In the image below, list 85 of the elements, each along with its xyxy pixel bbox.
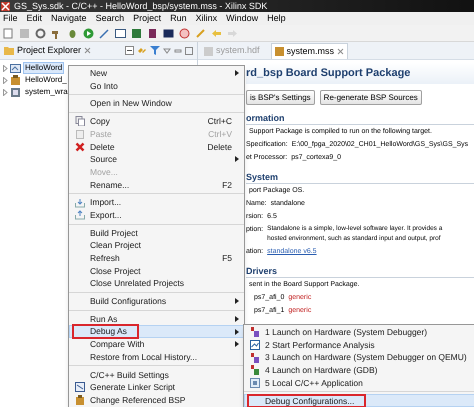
- section-heading: System: [246, 171, 474, 184]
- tree-item[interactable]: HelloWord: [23, 62, 64, 74]
- tree-item[interactable]: system_wra: [23, 86, 70, 98]
- menu-item[interactable]: Project: [133, 14, 162, 23]
- new-file-icon[interactable]: [3, 28, 14, 38]
- import-icon: [75, 198, 85, 208]
- debug-launch-icon: [250, 365, 260, 376]
- window-title: GS_Sys.sdk - C/C++ - HelloWord_bsp/system.mss - Xilinx SDK: [14, 2, 268, 10]
- close-icon[interactable]: [84, 47, 92, 54]
- menu-item[interactable]: Open in New Window: [69, 97, 244, 110]
- bsp-button[interactable]: Re-generate BSP Sources: [320, 90, 422, 105]
- panel-title: Project Explorer: [17, 44, 82, 57]
- shortcut-label: Ctrl+C: [208, 117, 233, 126]
- shortcut-label: Delete: [207, 142, 233, 152]
- debug-launch-icon: [250, 352, 260, 363]
- menu-item[interactable]: 2 Start Performance Analysis: [244, 338, 474, 352]
- view-menu-icon[interactable]: [163, 48, 171, 54]
- clipboard-icon: [75, 129, 85, 140]
- close-icon[interactable]: [337, 48, 344, 55]
- folder-icon: [4, 46, 14, 55]
- app-icon: [1, 2, 10, 10]
- project-icon: [10, 62, 21, 74]
- tree-item[interactable]: HelloWord_: [23, 74, 69, 86]
- menu-item[interactable]: Debug Configurations...: [244, 394, 474, 407]
- menu-item[interactable]: 4 Launch on Hardware (GDB): [244, 364, 474, 377]
- menu-item[interactable]: Close Unrelated Projects: [69, 277, 244, 290]
- terminal-icon[interactable]: [115, 28, 126, 38]
- menu-item[interactable]: Close Project: [69, 264, 244, 278]
- menu-item[interactable]: Generate Linker Script: [69, 381, 244, 394]
- menu-item[interactable]: 3 Launch on Hardware (System Debugger on QEMU): [244, 351, 474, 364]
- menu-item[interactable]: 1 Launch on Hardware (System Debugger): [244, 326, 474, 339]
- package-icon: [10, 74, 21, 86]
- shortcut-label: F5: [222, 254, 233, 263]
- bsp-button[interactable]: is BSP's Settings: [246, 90, 315, 105]
- menu-item[interactable]: C/C++ Build Settings: [69, 368, 244, 382]
- menu-item[interactable]: Delete Delete: [69, 140, 244, 154]
- menu-item[interactable]: Search: [96, 14, 124, 23]
- menu-item[interactable]: 5 Local C/C++ Application: [244, 376, 474, 390]
- menu-item[interactable]: Source: [69, 153, 244, 166]
- menu-item[interactable]: Build Project: [69, 226, 244, 240]
- file-icon: [204, 46, 213, 56]
- menu-item[interactable]: File: [3, 14, 18, 23]
- menu-item: Paste Ctrl+V: [69, 128, 244, 140]
- run-icon[interactable]: [83, 28, 94, 38]
- menu-item[interactable]: Refresh F5: [69, 252, 244, 265]
- debug-launch-icon: [250, 327, 260, 338]
- menu-item[interactable]: Export...: [69, 208, 244, 222]
- menu-item[interactable]: Restore from Local History...: [69, 350, 244, 364]
- menu-item[interactable]: Edit: [26, 14, 42, 23]
- menu-item[interactable]: Clean Project: [69, 239, 244, 252]
- menu-item[interactable]: Window: [226, 14, 258, 23]
- section-heading: Drivers: [246, 265, 474, 278]
- menu-item[interactable]: New: [69, 67, 244, 80]
- collapse-icon[interactable]: [125, 46, 134, 55]
- menu-item[interactable]: Xilinx: [196, 14, 218, 23]
- menu-item[interactable]: Go Into: [69, 80, 244, 92]
- export-icon: [75, 210, 85, 220]
- copy-icon: [75, 116, 85, 126]
- shortcut-label: F2: [222, 180, 233, 190]
- shortcut-label: Ctrl+V: [208, 130, 233, 138]
- menu-item[interactable]: Debug As: [69, 325, 244, 338]
- menu-item[interactable]: Copy Ctrl+C: [69, 115, 244, 128]
- menu-item[interactable]: Rename... F2: [69, 178, 244, 192]
- menu-item[interactable]: Build Configurations: [69, 295, 244, 308]
- delete-icon: [75, 142, 85, 152]
- maximize-icon[interactable]: [185, 46, 193, 54]
- package-icon: [75, 395, 85, 406]
- script-icon: [75, 382, 85, 392]
- minimize-icon[interactable]: [174, 48, 182, 54]
- chart-icon: [250, 340, 260, 350]
- section-heading: ormation: [246, 112, 474, 125]
- menu-item[interactable]: Run As: [69, 312, 244, 326]
- menu-item[interactable]: Import...: [69, 196, 244, 209]
- editor-heading: rd_bsp Board Support Package: [246, 62, 474, 84]
- editor-tab[interactable]: system.mss: [270, 43, 348, 59]
- menu-item: Move...: [69, 166, 244, 178]
- menu-item[interactable]: Help: [267, 14, 286, 23]
- app-window-icon: [250, 378, 260, 388]
- menu-item[interactable]: Navigate: [51, 14, 87, 23]
- file-icon: [274, 47, 284, 56]
- menu-item[interactable]: Compare With: [69, 338, 244, 351]
- menu-item[interactable]: Change Referenced BSP: [69, 394, 244, 406]
- filter-icon[interactable]: [150, 46, 160, 55]
- menu-item[interactable]: Run: [170, 14, 187, 23]
- board-icon: [10, 86, 21, 98]
